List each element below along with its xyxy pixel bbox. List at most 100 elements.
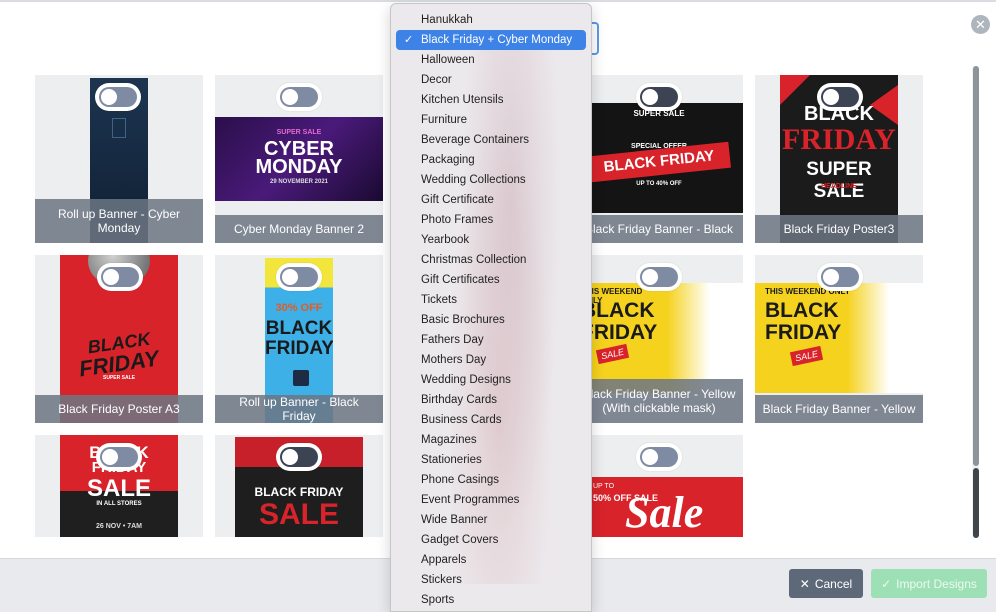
design-card-black-friday-poster3[interactable]: BLACK FRIDAY SUPER SALE HEADLINE Black F… bbox=[755, 75, 923, 243]
dropdown-option[interactable]: Packaging bbox=[396, 150, 586, 170]
category-options: Hanukkah ✓ Black Friday + Cyber Monday Hall… bbox=[391, 10, 591, 610]
design-thumbnail: UP TO 50% OFF SALE Sale bbox=[575, 477, 743, 537]
dropdown-option[interactable]: Magazines bbox=[396, 430, 586, 450]
dropdown-option-label: Decor bbox=[421, 74, 452, 86]
designs-scrollbar-thumb[interactable] bbox=[973, 66, 979, 466]
dropdown-option[interactable]: Tickets bbox=[396, 290, 586, 310]
dropdown-option-label: Packaging bbox=[421, 154, 475, 166]
designs-scrollbar-thumb-end[interactable] bbox=[973, 468, 979, 538]
select-toggle[interactable] bbox=[276, 263, 322, 291]
select-toggle[interactable] bbox=[636, 443, 682, 471]
dropdown-option[interactable]: Decor bbox=[396, 70, 586, 90]
select-toggle[interactable] bbox=[95, 83, 141, 111]
dropdown-option[interactable]: Yearbook bbox=[396, 230, 586, 250]
design-label: Black Friday Banner - Yellow bbox=[755, 395, 923, 423]
dropdown-option-label: Black Friday + Cyber Monday bbox=[421, 34, 573, 46]
import-label: Import Designs bbox=[896, 576, 977, 591]
design-card-black-friday-sale-red[interactable]: BLACK FRIDAY SALE IN ALL STORES 26 NOV •… bbox=[35, 435, 203, 537]
design-thumbnail: THIS WEEKEND ONLY BLACK FRIDAY SALE bbox=[575, 283, 743, 393]
dropdown-option-label: Gift Certificate bbox=[421, 194, 494, 206]
dropdown-option-label: Basic Brochures bbox=[421, 314, 505, 326]
dropdown-option[interactable]: Halloween bbox=[396, 50, 586, 70]
dropdown-option[interactable]: Hanukkah bbox=[396, 10, 586, 30]
dropdown-option[interactable]: Gadget Covers bbox=[396, 530, 586, 550]
dropdown-option-label: Wedding Designs bbox=[421, 374, 511, 386]
dropdown-option[interactable]: Kitchen Utensils bbox=[396, 90, 586, 110]
import-designs-button[interactable]: ✓ Import Designs bbox=[871, 569, 987, 598]
dropdown-option[interactable]: Wedding Designs bbox=[396, 370, 586, 390]
design-card-sale-red[interactable]: UP TO 50% OFF SALE Sale bbox=[575, 435, 743, 537]
dropdown-option-label: Event Programmes bbox=[421, 494, 520, 506]
design-card-roll-up-cyber-monday[interactable]: Roll up Banner - Cyber Monday bbox=[35, 75, 203, 243]
select-toggle[interactable] bbox=[817, 83, 863, 111]
dropdown-option-label: Christmas Collection bbox=[421, 254, 527, 266]
dropdown-option-label: Tickets bbox=[421, 294, 457, 306]
dropdown-option-label: Sports bbox=[421, 594, 455, 606]
dropdown-option-label: Kitchen Utensils bbox=[421, 94, 504, 106]
dropdown-option-label: Stationeries bbox=[421, 454, 482, 466]
cancel-label: Cancel bbox=[814, 576, 853, 591]
close-icon[interactable]: ✕ bbox=[971, 15, 990, 34]
design-label: Roll up Banner - Black Friday bbox=[215, 395, 383, 423]
dropdown-option[interactable]: Event Programmes bbox=[396, 490, 586, 510]
dropdown-option[interactable]: Stickers bbox=[396, 570, 586, 590]
dropdown-option[interactable]: Christmas Collection bbox=[396, 250, 586, 270]
dropdown-option-label: Mothers Day bbox=[421, 354, 487, 366]
dropdown-option[interactable]: Birthday Cards bbox=[396, 390, 586, 410]
design-label: Black Friday Poster A3 bbox=[35, 395, 203, 423]
design-thumbnail: SUPER SALE SPECIAL OFFER BLACK FRIDAY UP… bbox=[575, 103, 743, 213]
dropdown-option[interactable]: Basic Brochures bbox=[396, 310, 586, 330]
dropdown-option[interactable]: Photo Frames bbox=[396, 210, 586, 230]
design-label: Roll up Banner - Cyber Monday bbox=[35, 199, 203, 243]
dropdown-option[interactable]: Gift Certificates bbox=[396, 270, 586, 290]
dropdown-option[interactable]: Business Cards bbox=[396, 410, 586, 430]
dropdown-option-label: Birthday Cards bbox=[421, 394, 498, 406]
select-toggle[interactable] bbox=[276, 83, 322, 111]
select-toggle[interactable] bbox=[817, 263, 863, 291]
dropdown-option[interactable]: Sports bbox=[396, 590, 586, 610]
dropdown-option[interactable]: Furniture bbox=[396, 110, 586, 130]
design-label: Black Friday Banner - Black bbox=[575, 215, 743, 243]
design-card-black-friday-poster-a3[interactable]: BLACK FRIDAY SUPER SALE Black Friday Pos… bbox=[35, 255, 203, 423]
cancel-button[interactable]: ✕ Cancel bbox=[789, 569, 863, 598]
dropdown-option-label: Apparels bbox=[421, 554, 467, 566]
dropdown-option-label: Yearbook bbox=[421, 234, 470, 246]
dropdown-option-label: Phone Casings bbox=[421, 474, 499, 486]
dropdown-option[interactable]: Apparels bbox=[396, 550, 586, 570]
dropdown-option-label: Gift Certificates bbox=[421, 274, 500, 286]
category-dropdown-menu[interactable]: Hanukkah ✓ Black Friday + Cyber Monday Hall… bbox=[390, 3, 592, 612]
design-card-black-friday-banner-black[interactable]: SUPER SALE SPECIAL OFFER BLACK FRIDAY UP… bbox=[575, 75, 743, 243]
dropdown-option[interactable]: ✓ Black Friday + Cyber Monday bbox=[396, 30, 586, 50]
dropdown-option-label: Wedding Collections bbox=[421, 174, 526, 186]
dropdown-option-label: Gadget Covers bbox=[421, 534, 499, 546]
dropdown-option[interactable]: Beverage Containers bbox=[396, 130, 586, 150]
dropdown-option-label: Beverage Containers bbox=[421, 134, 530, 146]
select-toggle[interactable] bbox=[97, 263, 143, 291]
dropdown-option-label: Magazines bbox=[421, 434, 477, 446]
design-label: Black Friday Poster3 bbox=[755, 215, 923, 243]
select-toggle[interactable] bbox=[276, 443, 322, 471]
dropdown-option[interactable]: Mothers Day bbox=[396, 350, 586, 370]
dropdown-option[interactable]: Phone Casings bbox=[396, 470, 586, 490]
dropdown-option[interactable]: Wedding Collections bbox=[396, 170, 586, 190]
dropdown-option-label: Hanukkah bbox=[421, 14, 473, 26]
design-thumbnail: SUPER SALE CYBER MONDAY 29 NOVEMBER 2021 bbox=[215, 117, 383, 201]
design-card-black-friday-banner-yellow-mask[interactable]: THIS WEEKEND ONLY BLACK FRIDAY SALE Blac… bbox=[575, 255, 743, 423]
dialog-top-border bbox=[0, 0, 996, 2]
select-toggle[interactable] bbox=[96, 443, 142, 471]
dropdown-option[interactable]: Fathers Day bbox=[396, 330, 586, 350]
dropdown-option-label: Wide Banner bbox=[421, 514, 488, 526]
select-toggle[interactable] bbox=[636, 263, 682, 291]
design-label: Black Friday Banner - Yellow (With click… bbox=[575, 379, 743, 423]
checkmark-icon: ✓ bbox=[404, 34, 414, 46]
dropdown-option[interactable]: Stationeries bbox=[396, 450, 586, 470]
design-card-black-friday-sale-dark[interactable]: BLACK FRIDAY SALE bbox=[215, 435, 383, 537]
select-toggle[interactable] bbox=[636, 83, 682, 111]
dropdown-option-label: Stickers bbox=[421, 574, 462, 586]
dropdown-option[interactable]: Wide Banner bbox=[396, 510, 586, 530]
design-card-black-friday-banner-yellow[interactable]: THIS WEEKEND ONLY BLACK FRIDAY SALE Blac… bbox=[755, 255, 923, 423]
design-card-roll-up-black-friday[interactable]: 30% OFF BLACK FRIDAY Roll up Banner - Bl… bbox=[215, 255, 383, 423]
design-card-cyber-monday-2[interactable]: SUPER SALE CYBER MONDAY 29 NOVEMBER 2021… bbox=[215, 75, 383, 243]
dropdown-option-label: Furniture bbox=[421, 114, 468, 126]
dropdown-option[interactable]: Gift Certificate bbox=[396, 190, 586, 210]
